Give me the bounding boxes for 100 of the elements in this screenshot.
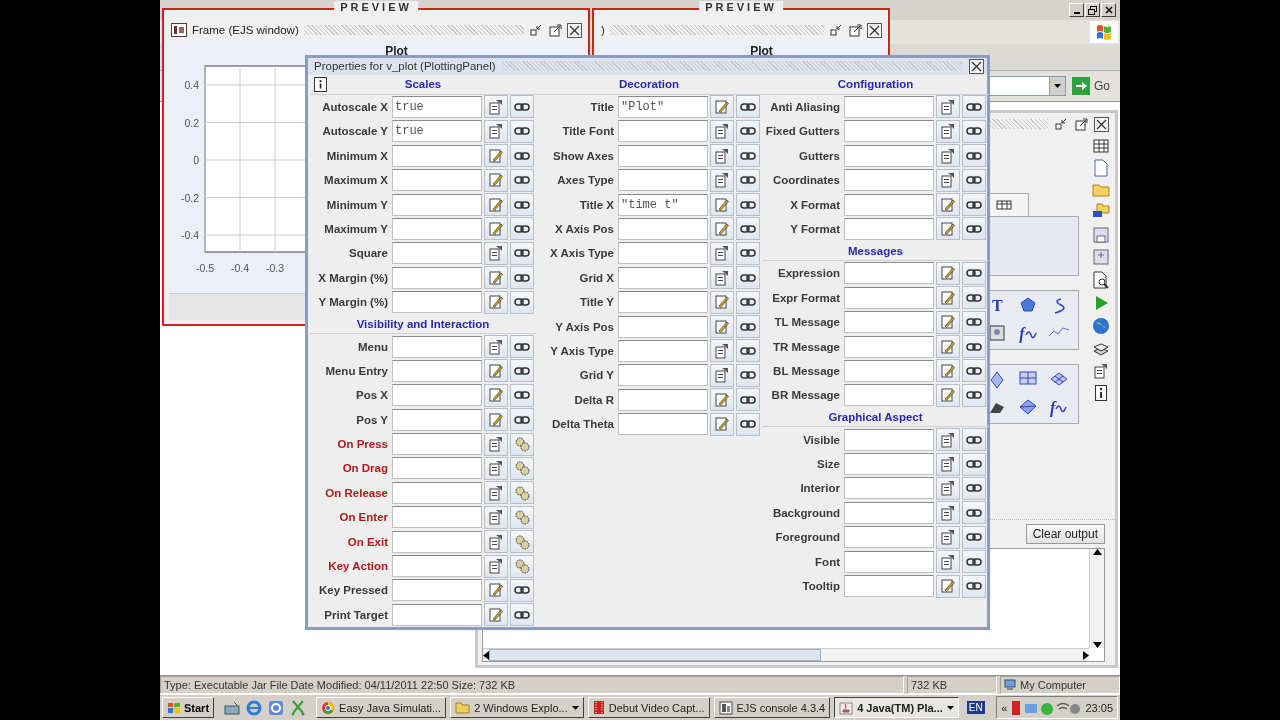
value-field[interactable]	[618, 291, 708, 314]
chooser-button[interactable]	[484, 432, 508, 456]
value-field[interactable]	[392, 506, 482, 529]
value-field[interactable]	[392, 242, 482, 265]
value-field[interactable]	[618, 217, 708, 240]
link-button[interactable]	[736, 95, 760, 119]
value-field[interactable]	[844, 144, 934, 167]
value-field[interactable]	[618, 364, 708, 387]
link-button[interactable]	[962, 217, 986, 241]
taskbar-button[interactable]: 4 Java(TM) Pla...	[834, 697, 959, 718]
chooser-button[interactable]	[936, 525, 960, 549]
minimize-button[interactable]	[1069, 3, 1084, 17]
taskbar-button[interactable]: 2 Windows Explo...	[450, 697, 584, 718]
value-field[interactable]	[618, 242, 708, 265]
link-button[interactable]	[962, 383, 986, 407]
link-button[interactable]	[510, 168, 534, 192]
value-field[interactable]	[844, 501, 934, 524]
grid-icon[interactable]	[1019, 371, 1037, 385]
link-button[interactable]	[962, 119, 986, 143]
chooser-button[interactable]	[936, 144, 960, 168]
language-indicator[interactable]: EN	[966, 701, 985, 714]
surface-icon[interactable]	[1049, 371, 1068, 387]
value-field[interactable]: true	[392, 120, 482, 143]
value-field[interactable]	[392, 603, 482, 626]
editor-button[interactable]	[710, 290, 734, 314]
value-field[interactable]	[844, 526, 934, 549]
chooser-button[interactable]	[484, 241, 508, 265]
value-field[interactable]	[844, 384, 934, 407]
link-button[interactable]	[736, 290, 760, 314]
value-field[interactable]	[844, 550, 934, 573]
chooser-button[interactable]	[484, 119, 508, 143]
chooser-button[interactable]	[936, 168, 960, 192]
maximize-icon[interactable]	[1074, 117, 1088, 131]
chooser-button[interactable]	[484, 530, 508, 554]
editor-button[interactable]	[484, 290, 508, 314]
link-button[interactable]	[510, 119, 534, 143]
editor-button[interactable]	[484, 266, 508, 290]
value-field[interactable]	[844, 120, 934, 143]
minimize-icon[interactable]	[829, 23, 843, 37]
editor-button[interactable]	[710, 217, 734, 241]
value-field[interactable]	[844, 477, 934, 500]
play-icon[interactable]	[1093, 295, 1109, 311]
app-icon[interactable]	[268, 699, 285, 716]
pentagon-icon[interactable]	[1020, 297, 1036, 313]
link-button[interactable]	[510, 383, 534, 407]
editor-button[interactable]	[936, 193, 960, 217]
value-field[interactable]	[392, 291, 482, 314]
link-button[interactable]	[510, 193, 534, 217]
value-field[interactable]	[844, 335, 934, 358]
link-button[interactable]	[510, 335, 534, 358]
link-button[interactable]	[962, 359, 986, 383]
value-field[interactable]	[392, 169, 482, 192]
editor-button[interactable]	[936, 359, 960, 383]
chooser-button[interactable]	[710, 144, 734, 168]
close-button[interactable]	[867, 22, 882, 38]
down-arrow-icon[interactable]	[1092, 642, 1102, 648]
editor-button[interactable]	[484, 193, 508, 217]
new-page-icon[interactable]	[1093, 159, 1109, 177]
up-arrow-icon[interactable]	[1092, 549, 1102, 555]
chooser-button[interactable]	[484, 481, 508, 505]
start-button[interactable]: Start	[162, 697, 215, 718]
editor-button[interactable]	[936, 383, 960, 407]
chooser-button[interactable]	[936, 476, 960, 500]
action-button[interactable]	[510, 530, 534, 554]
link-button[interactable]	[736, 363, 760, 387]
link-button[interactable]	[962, 168, 986, 192]
editor-button[interactable]	[936, 310, 960, 334]
left-arrow-icon[interactable]	[483, 650, 489, 660]
value-field[interactable]	[392, 433, 482, 456]
link-button[interactable]	[736, 266, 760, 290]
search-page-icon[interactable]	[1093, 271, 1109, 289]
browser-icon[interactable]	[246, 699, 263, 716]
editor-button[interactable]	[484, 168, 508, 192]
close-button[interactable]	[969, 58, 984, 74]
globe-icon[interactable]	[1092, 317, 1110, 335]
editor-button[interactable]	[936, 574, 960, 598]
value-field[interactable]	[392, 359, 482, 382]
taskbar-button[interactable]: EJS console 4.3.4	[713, 697, 831, 718]
chooser-button[interactable]	[936, 501, 960, 525]
link-button[interactable]	[510, 241, 534, 265]
chooser-button[interactable]	[936, 550, 960, 574]
link-button[interactable]	[962, 574, 986, 598]
action-button[interactable]	[510, 505, 534, 529]
close-button[interactable]	[567, 22, 582, 38]
horizontal-scrollbar[interactable]	[483, 648, 1089, 661]
link-button[interactable]	[962, 476, 986, 500]
action-button[interactable]	[510, 481, 534, 505]
taskbar-button[interactable]: Debut Video Capt...	[587, 697, 710, 718]
chooser-button[interactable]	[710, 119, 734, 143]
chooser-button[interactable]	[484, 95, 508, 119]
link-button[interactable]	[962, 550, 986, 574]
desktop-icon[interactable]	[224, 700, 241, 715]
editor-button[interactable]	[710, 315, 734, 338]
value-field[interactable]	[844, 193, 934, 216]
editor-button[interactable]	[484, 217, 508, 241]
value-field[interactable]	[392, 579, 482, 602]
editor-button[interactable]	[936, 217, 960, 241]
action-button[interactable]	[510, 554, 534, 578]
link-button[interactable]	[510, 578, 534, 602]
chooser-button[interactable]	[484, 456, 508, 480]
